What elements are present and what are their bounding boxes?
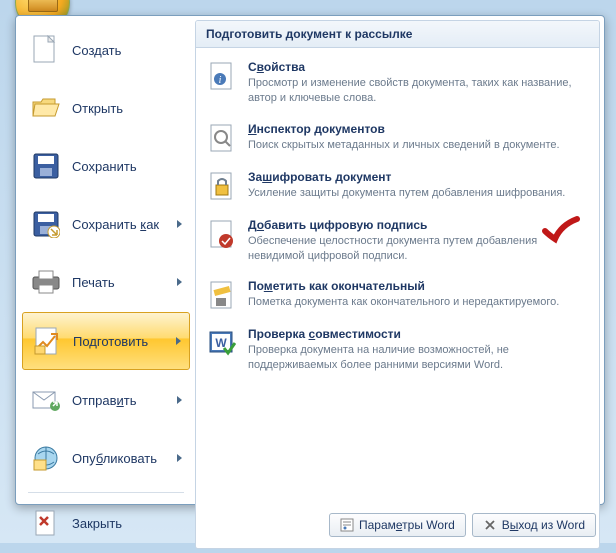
- right-panel: Подготовить документ к рассылке i Свойст…: [195, 20, 600, 549]
- footer-buttons: Параметры Word Выход из Word: [329, 513, 596, 537]
- submenu-arrow-icon: [176, 337, 181, 345]
- menu-item-saveas[interactable]: Сохранить как: [22, 196, 190, 252]
- menu-body: Создать Открыть Сохранить Сохранить как: [16, 16, 604, 553]
- item-title: Пометить как окончательный: [248, 279, 589, 293]
- item-title: Зашифровать документ: [248, 170, 589, 184]
- svg-text:i: i: [219, 75, 222, 86]
- send-mail-icon: [30, 384, 62, 416]
- exit-x-icon: [483, 518, 497, 532]
- right-panel-header: Подготовить документ к рассылке: [196, 21, 599, 48]
- left-menu: Создать Открыть Сохранить Сохранить как: [20, 20, 192, 549]
- menu-item-close[interactable]: Закрыть: [22, 499, 190, 547]
- menu-label: Опубликовать: [72, 451, 157, 466]
- close-doc-icon: [30, 507, 62, 539]
- printer-icon: [30, 266, 62, 298]
- office-menu-panel: Создать Открыть Сохранить Сохранить как: [15, 15, 605, 505]
- prepare-item-inspect[interactable]: Инспектор документов Поиск скрытых метад…: [200, 114, 595, 162]
- menu-label: Печать: [72, 275, 115, 290]
- menu-label: Закрыть: [72, 516, 122, 531]
- submenu-arrow-icon: [177, 396, 182, 404]
- button-label: Выход из Word: [502, 518, 585, 532]
- prepare-icon: [31, 325, 63, 357]
- item-title: Инспектор документов: [248, 122, 589, 136]
- save-floppy-icon: [30, 150, 62, 182]
- prepare-item-encrypt[interactable]: Зашифровать документ Усиление защиты док…: [200, 162, 595, 210]
- menu-item-publish[interactable]: Опубликовать: [22, 430, 190, 486]
- menu-label: Сохранить как: [72, 217, 159, 232]
- submenu-arrow-icon: [177, 220, 182, 228]
- item-desc: Обеспечение целостности документа путем …: [248, 234, 589, 264]
- item-title: Проверка совместимости: [248, 327, 589, 341]
- item-desc: Поиск скрытых метаданных и личных сведен…: [248, 138, 589, 153]
- open-folder-icon: [30, 92, 62, 124]
- menu-item-print[interactable]: Печать: [22, 254, 190, 310]
- item-desc: Проверка документа на наличие возможност…: [248, 343, 589, 373]
- menu-item-open[interactable]: Открыть: [22, 80, 190, 136]
- compat-check-icon: W: [206, 327, 238, 359]
- signature-icon: [206, 218, 238, 250]
- menu-item-create[interactable]: Создать: [22, 22, 190, 78]
- item-title: Свойства: [248, 60, 589, 74]
- button-label: Параметры Word: [359, 518, 455, 532]
- publish-globe-icon: [30, 442, 62, 474]
- separator: [28, 492, 184, 493]
- prepare-item-signature[interactable]: Добавить цифровую подпись Обеспечение це…: [200, 210, 595, 272]
- office-logo-icon: [28, 0, 58, 12]
- menu-item-save[interactable]: Сохранить: [22, 138, 190, 194]
- final-stamp-icon: [206, 279, 238, 311]
- menu-item-prepare[interactable]: Подготовить: [22, 312, 190, 370]
- prepare-item-final[interactable]: Пометить как окончательный Пометка докум…: [200, 271, 595, 319]
- item-desc: Усиление защиты документа путем добавлен…: [248, 186, 589, 201]
- options-button[interactable]: Параметры Word: [329, 513, 466, 537]
- properties-icon: i: [206, 60, 238, 92]
- menu-label: Подготовить: [73, 334, 148, 349]
- submenu-arrow-icon: [177, 278, 182, 286]
- menu-label: Создать: [72, 43, 121, 58]
- item-desc: Просмотр и изменение свойств документа, …: [248, 76, 589, 106]
- inspect-icon: [206, 122, 238, 154]
- encrypt-lock-icon: [206, 170, 238, 202]
- menu-label: Отправить: [72, 393, 136, 408]
- prepare-item-compat[interactable]: W Проверка совместимости Проверка докуме…: [200, 319, 595, 381]
- item-title: Добавить цифровую подпись: [248, 218, 589, 232]
- saveas-floppy-icon: [30, 208, 62, 240]
- options-icon: [340, 518, 354, 532]
- submenu-arrow-icon: [177, 454, 182, 462]
- new-doc-icon: [30, 34, 62, 66]
- right-panel-list: i Свойства Просмотр и изменение свойств …: [196, 48, 599, 385]
- menu-item-send[interactable]: Отправить: [22, 372, 190, 428]
- annotation-checkmark-icon: [541, 215, 581, 245]
- prepare-item-properties[interactable]: i Свойства Просмотр и изменение свойств …: [200, 52, 595, 114]
- menu-label: Открыть: [72, 101, 123, 116]
- menu-label: Сохранить: [72, 159, 137, 174]
- exit-button[interactable]: Выход из Word: [472, 513, 596, 537]
- item-desc: Пометка документа как окончательного и н…: [248, 295, 589, 310]
